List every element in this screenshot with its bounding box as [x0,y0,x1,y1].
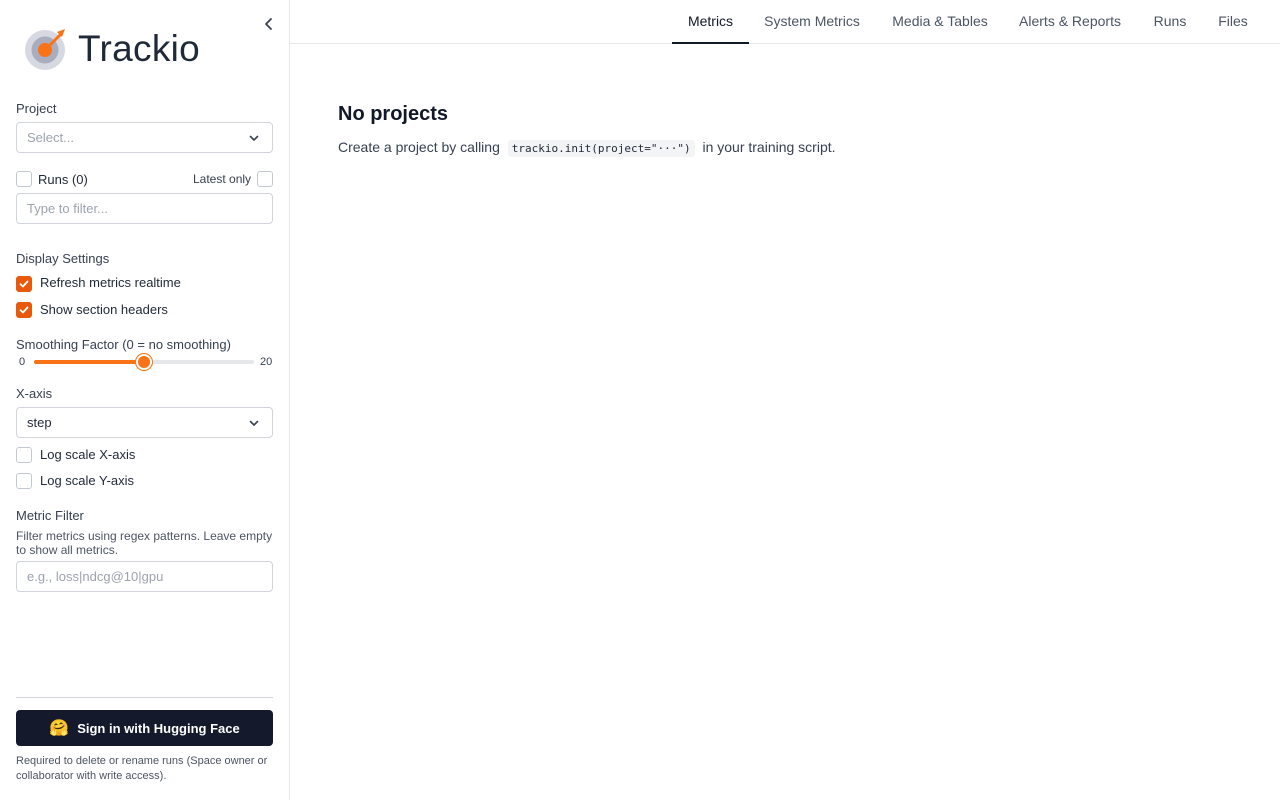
project-select-placeholder: Select... [27,130,74,145]
sidebar: Trackio Project Select... Runs (0) Lates… [0,0,290,800]
tab-files[interactable]: Files [1212,0,1254,44]
empty-state-code: trackio.init(project="···") [507,140,695,157]
smoothing-label: Smoothing Factor (0 = no smoothing) [16,337,231,352]
tab-media-tables[interactable]: Media & Tables [884,0,996,44]
log-scale-y-label: Log scale Y-axis [40,473,134,488]
select-all-runs-checkbox[interactable] [16,171,32,187]
xaxis-label: X-axis [16,386,53,401]
chevron-left-icon [265,18,272,30]
hugging-face-icon: 🤗 [49,720,70,737]
app-logo: Trackio [24,26,200,72]
smoothing-slider-fill [34,360,144,364]
metric-filter-label: Metric Filter [16,508,84,523]
metric-filter-input[interactable] [16,561,273,592]
log-scale-y-checkbox[interactable] [16,473,32,489]
xaxis-select-value: step [27,415,52,430]
empty-state-text-after: in your training script. [702,139,836,155]
empty-state-text-before: Create a project by calling [338,139,500,155]
chevron-down-icon [249,420,259,426]
checkmark-icon [19,280,29,288]
tab-runs[interactable]: Runs [1146,0,1194,44]
runs-filter-input[interactable] [16,193,273,224]
empty-state-text: Create a project by calling trackio.init… [338,139,836,157]
sign-in-hugging-face-button[interactable]: 🤗 Sign in with Hugging Face [16,710,273,746]
latest-only-label: Latest only [193,172,252,186]
smoothing-max-label: 20 [260,356,273,368]
xaxis-select[interactable]: step [16,407,273,438]
empty-state-title: No projects [338,103,449,125]
smoothing-slider[interactable] [34,354,254,370]
smoothing-slider-thumb[interactable] [136,354,152,370]
log-scale-x-checkbox[interactable] [16,447,32,463]
project-label: Project [16,101,57,116]
chevron-down-icon [249,135,259,141]
show-section-headers-label: Show section headers [40,302,168,317]
target-logo-icon [25,29,65,70]
top-tab-bar: Metrics System Metrics Media & Tables Al… [290,0,1280,44]
refresh-realtime-checkbox[interactable] [16,276,32,292]
tab-metrics[interactable]: Metrics [672,0,749,44]
metric-filter-help: Filter metrics using regex patterns. Lea… [16,529,273,557]
smoothing-min-label: 0 [19,356,26,368]
log-scale-x-label: Log scale X-axis [40,447,136,462]
refresh-realtime-label: Refresh metrics realtime [40,275,181,290]
project-select[interactable]: Select... [16,122,273,153]
checkmark-icon [19,306,29,314]
sidebar-divider [16,697,273,698]
latest-only-checkbox[interactable] [257,171,273,187]
app-name: Trackio [78,28,201,69]
sign-in-note: Required to delete or rename runs (Space… [16,755,268,782]
runs-label: Runs (0) [38,172,88,187]
sign-in-button-label: Sign in with Hugging Face [77,720,240,736]
tab-alerts-reports[interactable]: Alerts & Reports [1012,0,1128,44]
tab-system-metrics[interactable]: System Metrics [756,0,868,44]
show-section-headers-checkbox[interactable] [16,302,32,318]
collapse-sidebar-button[interactable] [261,16,277,32]
display-settings-label: Display Settings [16,251,110,266]
